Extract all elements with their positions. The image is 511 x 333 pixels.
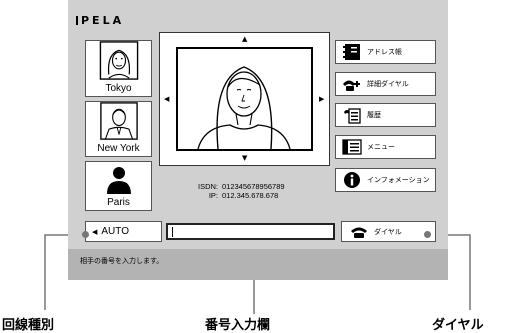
man-portrait-icon xyxy=(99,102,138,140)
callout-number-field: 番号入力欄 xyxy=(205,318,271,333)
detail-dial-button[interactable]: 詳細ダイヤル xyxy=(335,72,436,96)
arrow-down-icon[interactable]: ▼ xyxy=(242,155,247,162)
address-book-button[interactable]: アドレス帳 xyxy=(335,40,436,64)
leader-dot-dial xyxy=(424,231,431,238)
address-readout: ISDN: 012345678956789 IP: 012.345.678.678 xyxy=(197,182,285,200)
leader-dot-line-type xyxy=(82,231,89,238)
detail-dial-icon xyxy=(343,80,360,91)
video-preview[interactable]: ▲ ▼ ◀ ▶ xyxy=(159,32,330,166)
dial-bar: ◀ AUTO ダイヤル xyxy=(85,221,436,242)
status-message: 相手の番号を入力します。 xyxy=(68,249,448,280)
contact-paris[interactable]: Paris xyxy=(85,161,152,211)
woman-portrait-icon xyxy=(99,41,138,80)
info-icon xyxy=(344,172,360,188)
history-icon xyxy=(344,108,361,124)
dial-button[interactable]: ダイヤル xyxy=(341,221,436,242)
person-silhouette-icon xyxy=(106,167,131,194)
menu-list-icon xyxy=(342,139,362,155)
ip-address: 012.345.678.678 xyxy=(222,191,279,200)
line-type-value: AUTO xyxy=(101,226,129,237)
history-button[interactable]: 履歴 xyxy=(335,103,436,127)
text-caret xyxy=(172,227,173,237)
woman-portrait-illustration xyxy=(197,66,291,149)
phone-icon xyxy=(351,227,367,238)
arrow-up-icon[interactable]: ▲ xyxy=(242,36,247,43)
isdn-number: 012345678956789 xyxy=(222,182,285,191)
ipela-screen: PELA Tokyo New York Paris ▲ ▼ ◀ ▶ ISDN: … xyxy=(68,0,448,280)
contact-name: Paris xyxy=(107,197,130,208)
address-book-icon xyxy=(343,44,360,60)
menu-button[interactable]: メニュー xyxy=(335,135,436,159)
number-input[interactable] xyxy=(166,223,335,240)
arrow-right-icon[interactable]: ▶ xyxy=(319,96,324,103)
contact-name: Tokyo xyxy=(105,83,132,94)
contact-tokyo[interactable]: Tokyo xyxy=(85,40,152,97)
callout-dial: ダイヤル xyxy=(432,318,484,333)
selector-arrow-icon: ◀ xyxy=(92,228,98,236)
remote-video-frame xyxy=(176,47,313,151)
callout-line-type: 回線種別 xyxy=(2,318,55,333)
contact-name: New York xyxy=(97,143,140,154)
information-button[interactable]: インフォメーション xyxy=(335,168,436,192)
line-type-selector[interactable]: ◀ AUTO xyxy=(85,221,162,242)
contact-new-york[interactable]: New York xyxy=(85,101,152,157)
ipela-logo: PELA xyxy=(76,14,124,27)
arrow-left-icon[interactable]: ◀ xyxy=(164,96,169,103)
